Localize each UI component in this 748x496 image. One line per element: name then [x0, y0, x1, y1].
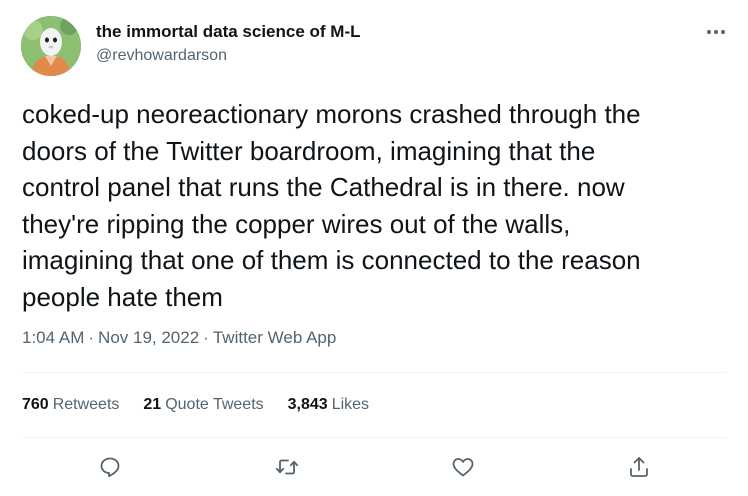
more-icon [707, 30, 725, 34]
display-name[interactable]: the immortal data science of M-L [96, 22, 361, 42]
quote-tweets-stat[interactable]: 21 Quote Tweets [143, 396, 263, 414]
user-handle[interactable]: @revhowardarson [96, 47, 227, 65]
retweets-label: Retweets [52, 396, 120, 413]
tweet-source[interactable]: Twitter Web App [213, 328, 336, 347]
quote-tweets-label: Quote Tweets [165, 396, 264, 413]
divider [22, 372, 726, 373]
tweet-stats: 760 Retweets 21 Quote Tweets 3,843 Likes [22, 396, 369, 414]
share-icon [630, 457, 648, 477]
quote-tweets-count: 21 [143, 396, 162, 413]
more-options-button[interactable] [704, 22, 728, 42]
retweets-count: 760 [22, 396, 49, 413]
avatar-figure-icon [21, 16, 81, 76]
action-bar [0, 452, 748, 482]
tweet-card: the immortal data science of M-L @revhow… [0, 0, 748, 496]
tweet-text: coked-up neoreactionary morons crashed t… [22, 99, 641, 312]
share-button[interactable] [624, 452, 654, 482]
likes-label: Likes [331, 396, 370, 413]
avatar[interactable] [21, 16, 81, 76]
meta-separator: · [88, 328, 95, 347]
reply-icon [100, 457, 120, 478]
heart-icon [452, 458, 474, 477]
likes-stat[interactable]: 3,843 Likes [288, 396, 369, 414]
tweet-meta: 1:04 AM · Nov 19, 2022 · Twitter Web App [22, 328, 336, 348]
retweet-button[interactable] [272, 452, 302, 482]
meta-separator: · [203, 328, 209, 347]
retweet-icon [275, 459, 299, 475]
likes-count: 3,843 [287, 396, 328, 413]
retweets-stat[interactable]: 760 Retweets [22, 396, 119, 414]
reply-button[interactable] [95, 452, 125, 482]
divider [22, 437, 726, 438]
tweet-time[interactable]: 1:04 AM [22, 328, 84, 347]
tweet-date[interactable]: Nov 19, 2022 [98, 328, 199, 347]
like-button[interactable] [448, 452, 478, 482]
